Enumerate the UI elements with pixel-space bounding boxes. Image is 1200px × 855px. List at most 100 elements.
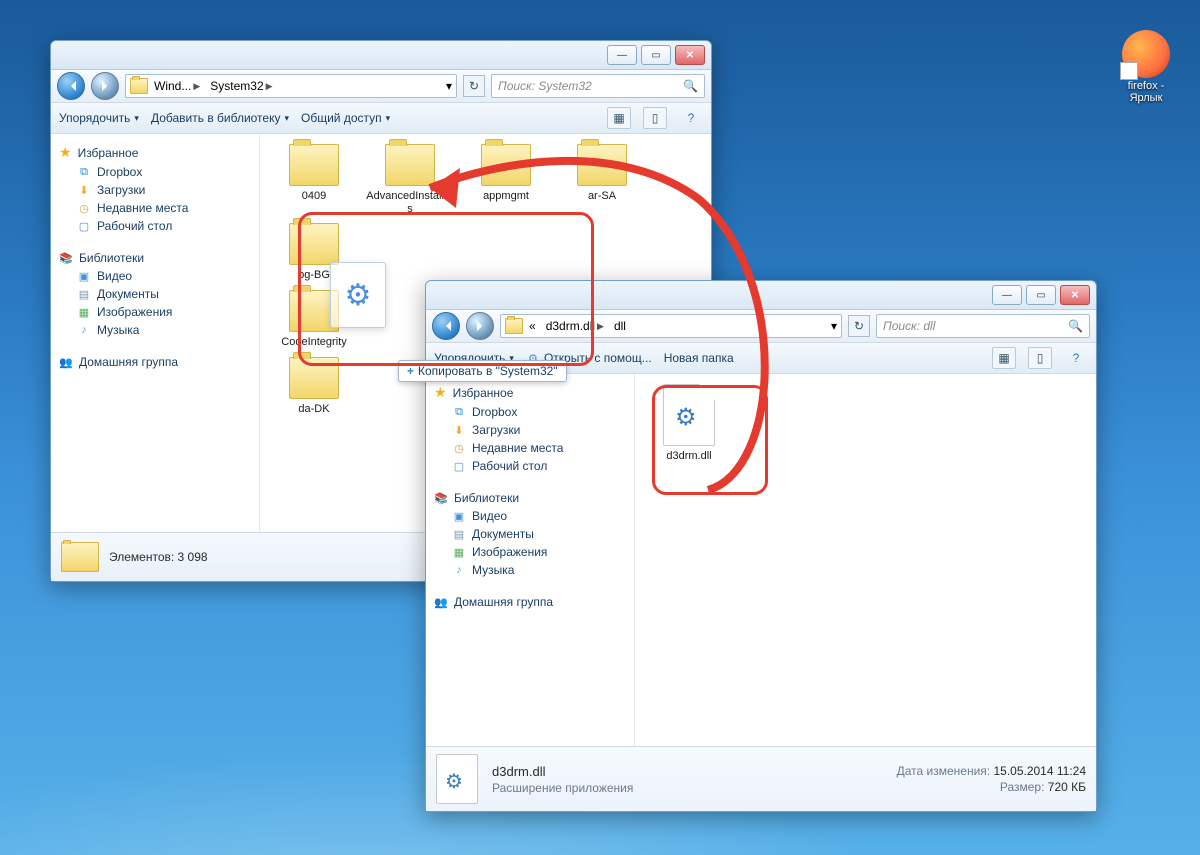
sidebar-item-images[interactable]: ▦Изображения: [55, 303, 255, 321]
search-icon: 🔍: [1068, 319, 1083, 333]
folder-icon: [505, 318, 523, 334]
address-bar[interactable]: Wind...▶ System32▶ ▾: [125, 74, 457, 98]
details-modified: 15.05.2014 11:24: [993, 764, 1086, 778]
downloads-icon: ⬇: [452, 423, 466, 437]
addr-dropdown-icon[interactable]: ▾: [831, 319, 837, 333]
preview-pane-button[interactable]: ▯: [643, 107, 667, 129]
toolbar-new-folder[interactable]: Новая папка: [664, 351, 734, 365]
view-options-button[interactable]: ▦: [992, 347, 1016, 369]
dll-file-icon: [663, 384, 715, 446]
breadcrumb[interactable]: System32▶: [206, 75, 276, 97]
sidebar-item-dropbox[interactable]: ⧉Dropbox: [55, 163, 255, 181]
desktop-icon: ▢: [452, 459, 466, 473]
search-box[interactable]: Поиск: dll 🔍: [876, 314, 1090, 338]
music-icon: ♪: [452, 563, 466, 577]
help-button[interactable]: ?: [1064, 347, 1088, 369]
shortcut-label: firefox - Ярлык: [1110, 80, 1182, 104]
sidebar-group-homegroup[interactable]: 👥Домашняя группа: [430, 591, 630, 611]
sidebar-item-video[interactable]: ▣Видео: [430, 507, 630, 525]
toolbar-share[interactable]: Общий доступ ▾: [301, 111, 390, 125]
sidebar-item-desktop[interactable]: ▢Рабочий стол: [430, 457, 630, 475]
star-icon: ★: [434, 384, 447, 401]
sidebar-item-downloads[interactable]: ⬇Загрузки: [430, 421, 630, 439]
details-filetype: Расширение приложения: [492, 781, 633, 795]
nav-back-button[interactable]: [432, 312, 460, 340]
drag-ghost: ⚙: [330, 262, 386, 328]
minimize-button[interactable]: —: [607, 45, 637, 65]
sidebar-item-documents[interactable]: ▤Документы: [430, 525, 630, 543]
close-button[interactable]: ✕: [675, 45, 705, 65]
folder-item[interactable]: AdvancedInstallers: [364, 144, 456, 215]
folder-icon: [130, 78, 148, 94]
images-icon: ▦: [452, 545, 466, 559]
search-box[interactable]: Поиск: System32 🔍: [491, 74, 705, 98]
titlebar[interactable]: — ▭ ✕: [51, 41, 711, 70]
folder-item[interactable]: 0409: [268, 144, 360, 215]
folder-content[interactable]: d3drm.dll: [635, 374, 1096, 746]
sidebar-item-images[interactable]: ▦Изображения: [430, 543, 630, 561]
refresh-button[interactable]: ↻: [848, 315, 870, 337]
library-icon: 📚: [434, 491, 448, 505]
navbar: « d3drm.dll▶ dll ▾ ↻ Поиск: dll 🔍: [426, 310, 1096, 343]
recent-icon: ◷: [452, 441, 466, 455]
homegroup-icon: 👥: [434, 595, 448, 609]
toolbar: Упорядочить ▾ Добавить в библиотеку ▾ Об…: [51, 103, 711, 134]
sidebar-group-favorites[interactable]: ★Избранное: [55, 140, 255, 163]
dropbox-icon: ⧉: [77, 165, 91, 179]
desktop-shortcut-firefox[interactable]: firefox - Ярлык: [1110, 30, 1182, 104]
help-button[interactable]: ?: [679, 107, 703, 129]
documents-icon: ▤: [452, 527, 466, 541]
sidebar-item-recent[interactable]: ◷Недавние места: [430, 439, 630, 457]
search-icon: 🔍: [683, 79, 698, 93]
toolbar-organize[interactable]: Упорядочить ▾: [59, 111, 139, 125]
breadcrumb[interactable]: Wind...▶: [150, 75, 204, 97]
sidebar-item-music[interactable]: ♪Музыка: [430, 561, 630, 579]
folder-item[interactable]: ar-SA: [556, 144, 648, 215]
toolbar-add-library[interactable]: Добавить в библиотеку ▾: [151, 111, 289, 125]
sidebar-group-libraries[interactable]: 📚Библиотеки: [55, 247, 255, 267]
details-size: 720 КБ: [1048, 780, 1086, 794]
sidebar-group-homegroup[interactable]: 👥Домашняя группа: [55, 351, 255, 371]
titlebar[interactable]: — ▭ ✕: [426, 281, 1096, 310]
breadcrumb[interactable]: dll: [610, 315, 630, 337]
details-pane: d3drm.dll Расширение приложения Дата изм…: [426, 746, 1096, 811]
breadcrumb[interactable]: d3drm.dll▶: [542, 315, 608, 337]
sidebar: ★Избранное ⧉Dropbox ⬇Загрузки ◷Недавние …: [51, 134, 260, 532]
preview-pane-button[interactable]: ▯: [1028, 347, 1052, 369]
refresh-button[interactable]: ↻: [463, 75, 485, 97]
addr-dropdown-icon[interactable]: ▾: [446, 79, 452, 93]
sidebar-item-downloads[interactable]: ⬇Загрузки: [55, 181, 255, 199]
nav-back-button[interactable]: [57, 72, 85, 100]
dll-file-icon: [436, 754, 478, 804]
file-label: d3drm.dll: [643, 450, 735, 463]
sidebar-item-dropbox[interactable]: ⧉Dropbox: [430, 403, 630, 421]
folder-icon: [61, 542, 99, 572]
video-icon: ▣: [77, 269, 91, 283]
sidebar-group-libraries[interactable]: 📚Библиотеки: [430, 487, 630, 507]
address-bar[interactable]: « d3drm.dll▶ dll ▾: [500, 314, 842, 338]
folder-item[interactable]: da-DK: [268, 357, 360, 416]
maximize-button[interactable]: ▭: [1026, 285, 1056, 305]
maximize-button[interactable]: ▭: [641, 45, 671, 65]
nav-forward-button[interactable]: [466, 312, 494, 340]
documents-icon: ▤: [77, 287, 91, 301]
sidebar-item-documents[interactable]: ▤Документы: [55, 285, 255, 303]
homegroup-icon: 👥: [59, 355, 73, 369]
nav-forward-button[interactable]: [91, 72, 119, 100]
folder-item[interactable]: appmgmt: [460, 144, 552, 215]
sidebar-group-favorites[interactable]: ★Избранное: [430, 380, 630, 403]
dropbox-icon: ⧉: [452, 405, 466, 419]
minimize-button[interactable]: —: [992, 285, 1022, 305]
copy-tooltip: + Копировать в "System32": [398, 360, 567, 382]
sidebar-item-music[interactable]: ♪Музыка: [55, 321, 255, 339]
sidebar-item-desktop[interactable]: ▢Рабочий стол: [55, 217, 255, 235]
recent-icon: ◷: [77, 201, 91, 215]
sidebar-item-recent[interactable]: ◷Недавние места: [55, 199, 255, 217]
status-text: Элементов: 3 098: [109, 550, 208, 564]
file-item-d3drm[interactable]: d3drm.dll: [643, 384, 735, 463]
breadcrumb-overflow[interactable]: «: [525, 315, 540, 337]
sidebar-item-video[interactable]: ▣Видео: [55, 267, 255, 285]
view-options-button[interactable]: ▦: [607, 107, 631, 129]
close-button[interactable]: ✕: [1060, 285, 1090, 305]
downloads-icon: ⬇: [77, 183, 91, 197]
